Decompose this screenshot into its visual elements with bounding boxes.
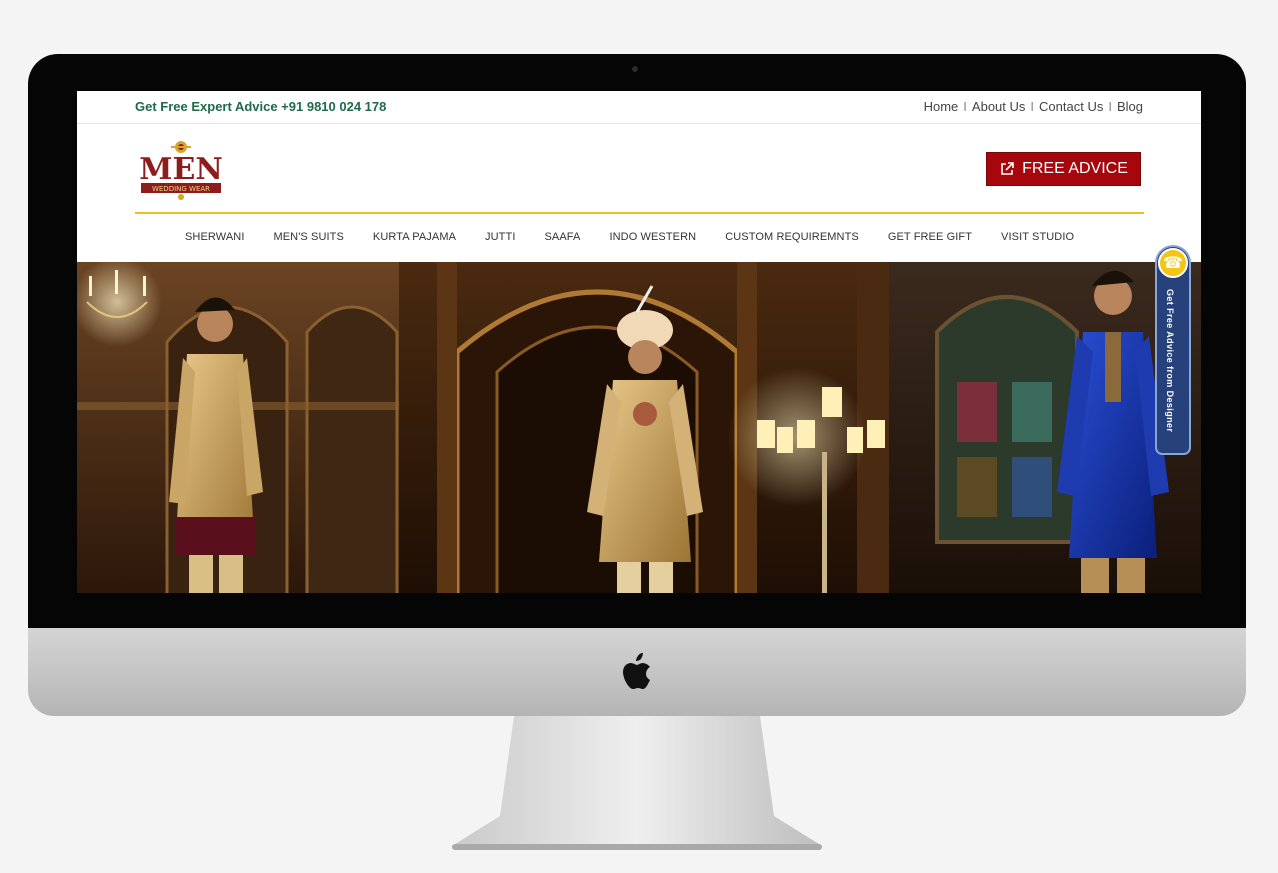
svg-text:MEN: MEN [139,152,223,187]
svg-text:WEDDING WEAR: WEDDING WEAR [152,185,210,193]
hero-image [77,262,1201,593]
nav-item-custom-requirements[interactable]: CUSTOM REQUIREMNTS [725,231,859,243]
top-links: Home I About Us I Contact Us I Blog [924,99,1143,114]
home-link[interactable]: Home [924,99,959,114]
designer-advice-label: Get Free Advice from Designer [1165,289,1175,433]
webcam-icon [632,66,638,72]
contact-us-link[interactable]: Contact Us [1039,99,1103,114]
nav-item-kurta-pajama[interactable]: KURTA PAJAMA [373,231,456,243]
nav-item-sherwani[interactable]: SHERWANI [185,231,244,243]
nav-item-get-free-gift[interactable]: GET FREE GIFT [888,231,972,243]
imac-stand [452,716,822,850]
nav-item-jutti[interactable]: JUTTI [485,231,515,243]
gold-divider [135,212,1144,214]
website-screen: Get Free Expert Advice +91 9810 024 178 … [77,91,1201,593]
hero-banner[interactable] [77,262,1201,593]
phone-icon: ☎ [1158,248,1188,278]
about-us-link[interactable]: About Us [972,99,1025,114]
designer-advice-tab[interactable]: ☎ Get Free Advice from Designer [1155,245,1191,455]
expert-advice-phone[interactable]: Get Free Expert Advice +91 9810 024 178 [135,99,386,114]
nav-item-mens-suits[interactable]: MEN'S SUITS [273,231,343,243]
link-separator: I [1108,99,1112,114]
men-wedding-wear-logo[interactable]: MEN WEDDING WEAR [135,137,227,201]
link-separator: I [1030,99,1035,114]
blog-link[interactable]: Blog [1117,99,1143,114]
nav-item-visit-studio[interactable]: VISIT STUDIO [1001,231,1074,243]
free-advice-label: FREE ADVICE [1022,160,1128,177]
top-bar: Get Free Expert Advice +91 9810 024 178 … [77,91,1201,124]
main-nav: SHERWANI MEN'S SUITS KURTA PAJAMA JUTTI … [185,231,1074,243]
nav-item-indo-western[interactable]: INDO WESTERN [609,231,696,243]
free-advice-button[interactable]: FREE ADVICE [986,152,1141,186]
apple-logo-icon [623,653,650,689]
link-separator: I [963,99,967,114]
external-link-icon [1001,162,1014,175]
nav-item-saafa[interactable]: SAAFA [544,231,580,243]
